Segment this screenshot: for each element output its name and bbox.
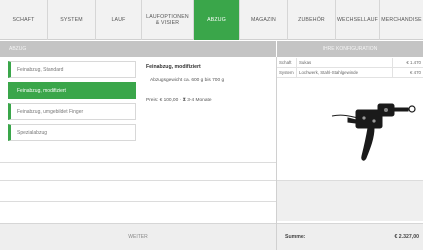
detail-title: Feinabzug, modifiziert <box>146 64 201 70</box>
row-divider <box>0 162 276 163</box>
config-item: Sukas <box>297 58 393 67</box>
config-price: € 1.470 <box>406 60 421 65</box>
table-row: System Lochwerk, Stahl-Stahlgewinde € 47… <box>277 68 423 78</box>
row-divider <box>0 180 276 181</box>
next-button[interactable]: WEITER <box>0 223 276 250</box>
table-row: Schaft Sukas € 1.470 <box>277 58 423 68</box>
total-value: € 2.327,00 <box>394 234 419 240</box>
tab-zubehoer[interactable]: ZUBEHÖR <box>288 0 336 40</box>
tab-wechsellauf[interactable]: WECHSELLAUF <box>336 0 380 40</box>
option-detail: Feinabzug, modifiziert Abzugsgewicht ca.… <box>146 62 276 103</box>
configuration-spacer <box>277 181 423 221</box>
detail-price: Preis: € 100,00 · ⧗ 3-4 Monate <box>146 98 212 103</box>
section-header-abzug: ABZUG <box>0 41 276 57</box>
total-bar: Summe: € 2.327,00 <box>277 223 423 250</box>
section-header-configuration: IHRE KONFIGURATION <box>277 41 423 57</box>
tab-laufoptionen[interactable]: LAUFOPTIONEN & VISIER <box>142 0 194 40</box>
option-item[interactable]: Feinabzug, Standard <box>8 61 136 78</box>
tab-lauf[interactable]: LAUF <box>96 0 142 40</box>
config-price: € 470 <box>410 70 421 75</box>
tab-abzug[interactable]: ABZUG <box>194 0 240 40</box>
trigger-product-image <box>331 103 416 161</box>
category-tabs: SCHAFT SYSTEM LAUF LAUFOPTIONEN & VISIER… <box>0 0 423 40</box>
config-category: System <box>277 68 297 77</box>
option-list: Feinabzug, Standard Feinabzug, modifizie… <box>8 61 136 145</box>
option-item-selected[interactable]: Feinabzug, modifiziert <box>8 82 136 99</box>
total-label: Summe: <box>285 234 306 240</box>
option-item[interactable]: Spezialabzug <box>8 124 136 141</box>
detail-weight: Abzugsgewicht ca. 600 g bis 700 g <box>150 78 225 83</box>
tab-merchandise[interactable]: MERCHANDISE <box>380 0 423 40</box>
tab-system[interactable]: SYSTEM <box>48 0 96 40</box>
row-divider <box>0 201 276 202</box>
option-item[interactable]: Feinabzug, umgebildet Finger <box>8 103 136 120</box>
config-category: Schaft <box>277 58 297 67</box>
panel-divider <box>276 57 277 250</box>
tab-magazin[interactable]: MAGAZIN <box>240 0 288 40</box>
config-item: Lochwerk, Stahl-Stahlgewinde <box>297 68 393 77</box>
configuration-table: Schaft Sukas € 1.470 System Lochwerk, St… <box>277 58 423 78</box>
tab-schaft[interactable]: SCHAFT <box>0 0 48 40</box>
